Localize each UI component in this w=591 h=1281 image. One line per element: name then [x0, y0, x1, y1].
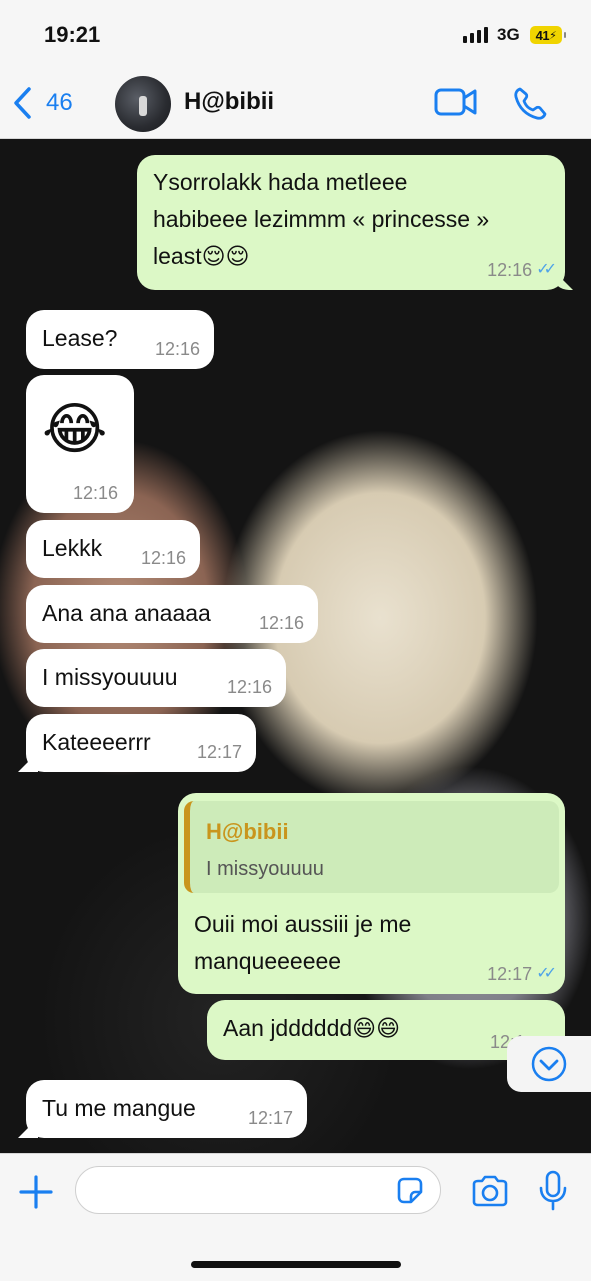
attach-button[interactable] — [18, 1174, 54, 1215]
battery-level: 41 — [535, 27, 550, 43]
sticker-icon — [397, 1177, 423, 1204]
message-outgoing-reply[interactable]: H@bibii I missyouuuu Ouii moi aussiii je… — [178, 793, 565, 994]
scroll-to-bottom-button[interactable] — [507, 1036, 591, 1092]
message-time: 12:16 — [140, 548, 186, 568]
camera-icon — [472, 1175, 508, 1207]
phone-icon — [514, 87, 547, 120]
message-incoming[interactable]: 😂 12:16 — [26, 375, 134, 513]
chevron-down-circle-icon — [531, 1046, 567, 1082]
contact-avatar[interactable] — [115, 76, 171, 132]
video-call-icon — [434, 88, 477, 116]
message-time: 12:17 — [487, 964, 533, 984]
microphone-icon — [539, 1170, 567, 1211]
voice-call-button[interactable] — [512, 86, 548, 127]
message-incoming[interactable]: Lekkk 12:16 — [26, 520, 200, 578]
message-text: Ana ana anaaaa — [42, 600, 211, 626]
read-ticks-icon: ✓✓ — [536, 965, 557, 982]
video-call-button[interactable] — [434, 86, 478, 123]
message-text: Lease? — [42, 325, 118, 351]
camera-button[interactable] — [471, 1174, 509, 1213]
message-time: 12:16 — [487, 260, 533, 280]
message-text: I missyouuuu — [42, 664, 178, 690]
message-text: Ysorrolakk hada metleee habibeee lezimmm… — [153, 169, 490, 269]
battery-indicator: 41 ⚡ — [530, 26, 566, 44]
chat-header: 19:21 3G 41 ⚡ 46 H@bibii — [0, 0, 591, 139]
reply-author: H@bibii — [206, 819, 289, 844]
chevron-left-icon — [14, 87, 31, 119]
plus-icon — [19, 1175, 53, 1209]
message-time: 12:16 — [226, 677, 272, 697]
message-time: 12:17 — [196, 742, 242, 762]
status-time: 19:21 — [44, 22, 101, 47]
message-time: 12:16 — [72, 483, 118, 503]
message-incoming[interactable]: I missyouuuu 12:16 — [26, 649, 286, 707]
network-type: 3G — [497, 25, 520, 44]
message-incoming[interactable]: Tu me mangue 12:17 — [26, 1080, 307, 1138]
message-text: Kateeeerrr — [42, 729, 151, 755]
message-text: Aan jdddddd😄😄 — [223, 1015, 401, 1041]
read-ticks-icon: ✓✓ — [536, 261, 557, 278]
reply-quote[interactable]: H@bibii I missyouuuu — [184, 801, 559, 893]
message-time: 12:16 — [154, 339, 200, 359]
back-count: 46 — [46, 89, 73, 116]
message-time: 12:17 — [247, 1108, 293, 1128]
back-button[interactable]: 46 — [12, 86, 73, 120]
message-incoming[interactable]: Ana ana anaaaa 12:16 — [26, 585, 318, 643]
home-indicator — [191, 1261, 401, 1268]
message-text: Tu me mangue — [42, 1095, 196, 1121]
message-text: Lekkk — [42, 535, 103, 561]
contact-name[interactable]: H@bibii — [184, 88, 274, 116]
message-incoming[interactable]: Kateeeerrr 12:17 — [26, 714, 256, 772]
voice-record-button[interactable] — [538, 1170, 568, 1217]
composer-bar — [0, 1153, 591, 1281]
message-time: 12:16 — [258, 613, 304, 633]
message-emoji: 😂 — [42, 397, 108, 460]
message-input[interactable] — [75, 1166, 441, 1214]
message-outgoing[interactable]: Ysorrolakk hada metleee habibeee lezimmm… — [137, 155, 565, 290]
message-text: Ouii moi aussiii je me manqueeeeee — [194, 911, 412, 974]
message-meta: 12:16 ✓✓ — [487, 260, 557, 280]
signal-icon — [463, 27, 488, 43]
sticker-button[interactable] — [395, 1176, 425, 1211]
message-meta: 12:17 ✓✓ — [487, 964, 557, 984]
reply-text: I missyouuuu — [206, 858, 324, 880]
message-incoming[interactable]: Lease? 12:16 — [26, 310, 214, 369]
